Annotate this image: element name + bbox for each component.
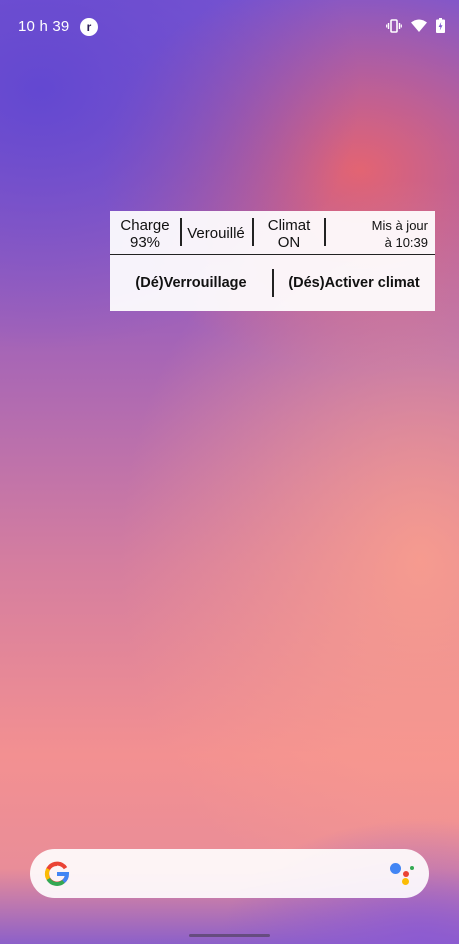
widget-status-row: Charge 93% Verouillé Climat ON Mis à jou…	[110, 211, 435, 255]
google-logo-icon[interactable]	[44, 861, 70, 892]
divider	[252, 218, 254, 246]
battery-icon	[436, 18, 445, 33]
update-cell: Mis à jour à 10:39	[330, 211, 428, 255]
wifi-icon	[411, 19, 427, 32]
widget-actions-row: (Dé)Verrouillage (Dés)Activer climat	[110, 256, 435, 311]
divider	[324, 218, 326, 246]
update-time: à 10:39	[384, 235, 428, 250]
charge-label: Charge	[120, 217, 170, 234]
climat-value: ON	[277, 234, 301, 251]
google-search-bar[interactable]	[30, 849, 429, 898]
status-time: 10 h 39	[18, 18, 70, 35]
system-icons	[386, 18, 445, 33]
climat-toggle-button[interactable]: (Dés)Activer climat	[273, 256, 435, 311]
lock-status: Verouillé	[187, 225, 245, 242]
charge-cell: Charge 93%	[115, 211, 175, 255]
update-label: Mis à jour	[371, 218, 428, 233]
notification-app-icon: r	[80, 18, 98, 36]
gesture-nav-handle[interactable]	[189, 934, 270, 937]
climat-label: Climat	[267, 217, 311, 234]
vibrate-icon	[386, 18, 402, 33]
lock-status-cell: Verouillé	[182, 211, 250, 255]
lock-toggle-button[interactable]: (Dé)Verrouillage	[110, 256, 272, 311]
status-bar: 10 h 39 r	[0, 0, 459, 52]
google-assistant-icon[interactable]	[389, 861, 415, 887]
climat-cell: Climat ON	[258, 211, 320, 255]
charge-value: 93%	[129, 234, 161, 251]
car-status-widget: Charge 93% Verouillé Climat ON Mis à jou…	[110, 211, 435, 311]
wallpaper	[0, 0, 459, 944]
